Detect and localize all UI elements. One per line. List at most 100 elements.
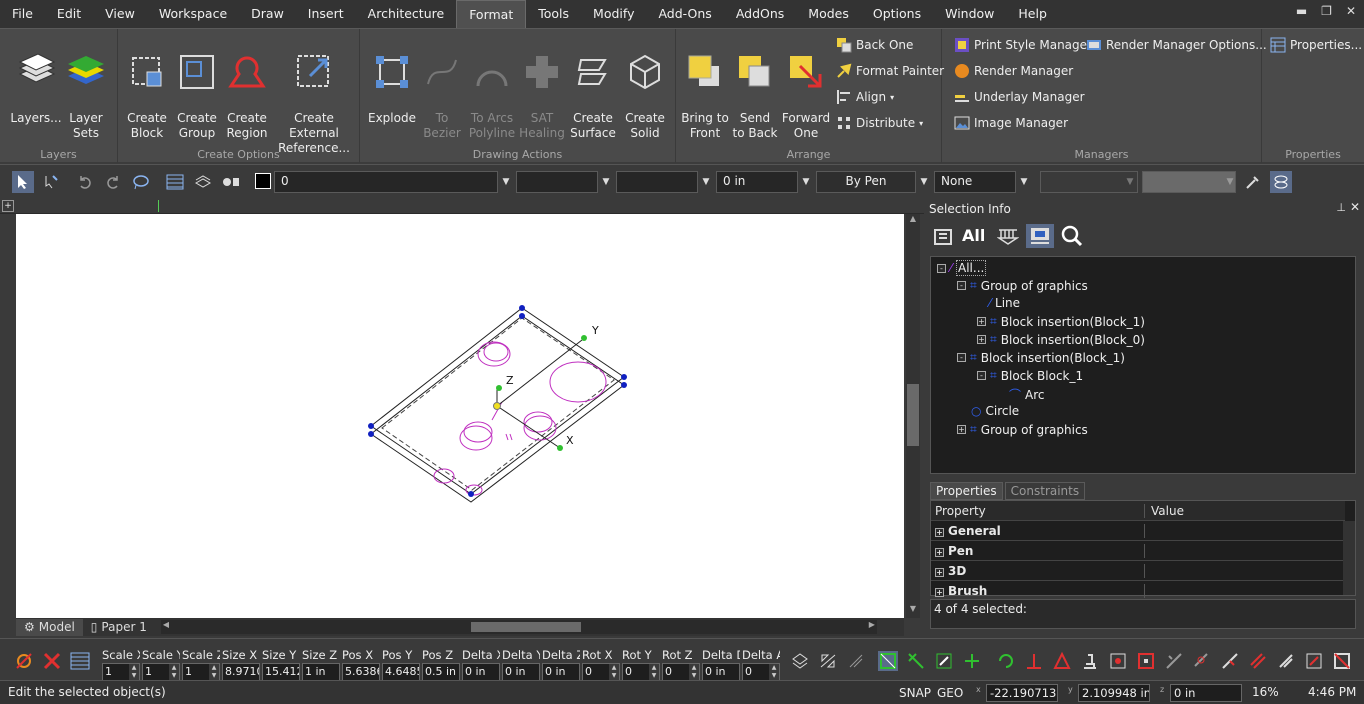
mirror-icon[interactable] — [818, 651, 838, 671]
vertical-scroll-thumb[interactable] — [907, 384, 919, 446]
eyedropper-icon[interactable] — [1242, 171, 1264, 193]
chevron-down-icon[interactable]: ▼ — [598, 171, 614, 193]
drawing-svg[interactable]: Y Z X — [16, 214, 904, 618]
create-solid-button[interactable]: Create Solid — [620, 35, 670, 141]
snap-toggle[interactable]: SNAP — [899, 686, 931, 700]
value-column-header[interactable]: Value — [1145, 504, 1184, 518]
snap-perpendicular-icon[interactable] — [1024, 651, 1044, 671]
chevron-down-icon[interactable]: ▼ — [798, 171, 814, 193]
chevron-down-icon[interactable]: ▼ — [916, 171, 932, 193]
tab-paper-1[interactable]: ▯ Paper 1 — [83, 619, 155, 636]
snap-line-icon[interactable] — [906, 651, 926, 671]
align-dropdown[interactable]: Align ▾ — [836, 89, 894, 105]
menu-modes[interactable]: Modes — [796, 0, 861, 28]
to-bezier-button[interactable]: To Bezier — [420, 35, 464, 141]
layers-button[interactable]: Layers... — [8, 35, 64, 126]
scroll-down-icon[interactable]: ▼ — [906, 604, 920, 618]
create-external-reference-button[interactable]: Create External Reference... — [272, 35, 356, 156]
snap-end-icon[interactable] — [934, 651, 954, 671]
render-manager-options-button[interactable]: Render Manager Options... — [1086, 37, 1267, 53]
tab-constraints[interactable]: Constraints — [1004, 482, 1086, 500]
linetype-select[interactable] — [516, 171, 598, 193]
menu-format[interactable]: Format — [456, 0, 527, 28]
pin-icon[interactable]: ⊥ — [1336, 201, 1346, 214]
menu-file[interactable]: File — [0, 0, 45, 28]
distribute-dropdown[interactable]: Distribute ▾ — [836, 115, 923, 131]
align-tool-icon[interactable] — [846, 651, 866, 671]
forward-one-button[interactable]: Forward One — [780, 35, 832, 141]
format-painter-button[interactable]: Format Painter — [836, 63, 944, 79]
tree-node[interactable]: ⌒ Arc — [1009, 386, 1045, 403]
edit-mode-icon[interactable] — [14, 651, 34, 671]
snap-corner-icon[interactable] — [878, 651, 898, 671]
spinner-arrows-icon[interactable]: ▲ ▼ — [209, 664, 219, 680]
selection-tree[interactable]: - ⁄ All... - ⌗ Group of graphics ⁄ Line + ⌗ Blo… — [930, 256, 1356, 474]
geo-toggle[interactable]: GEO — [937, 686, 963, 700]
horizontal-scroll-thumb[interactable] — [470, 622, 581, 632]
bring-to-front-button[interactable]: Bring to Front — [680, 35, 730, 141]
tree-node[interactable]: - ⌗ Group of graphics — [957, 278, 1088, 293]
coord-z-field[interactable]: 0 in — [1170, 684, 1242, 702]
horizontal-scrollbar[interactable]: ◀ ▶ — [160, 620, 877, 634]
drawing-canvas[interactable]: Y Z X — [16, 214, 904, 618]
tab-properties[interactable]: Properties — [930, 482, 1003, 500]
spinner-arrows-icon[interactable]: ▲ ▼ — [649, 664, 659, 680]
create-region-button[interactable]: Create Region — [222, 35, 272, 141]
properties-button[interactable]: Properties... — [1270, 37, 1362, 53]
menu-options[interactable]: Options — [861, 0, 933, 28]
snap-rotate-icon[interactable] — [996, 651, 1016, 671]
table-icon[interactable] — [70, 651, 90, 671]
image-manager-button[interactable]: Image Manager — [954, 115, 1068, 131]
spinner-arrows-icon[interactable]: ▲ ▼ — [769, 664, 779, 680]
scroll-right-icon[interactable]: ▶ — [869, 620, 875, 629]
menu-architecture[interactable]: Architecture — [356, 0, 457, 28]
redo-icon[interactable] — [102, 171, 124, 193]
print-style-manager-button[interactable]: Print Style Manager — [954, 37, 1092, 53]
coord-x-field[interactable]: -22.190713 in — [986, 684, 1058, 702]
close-icon[interactable]: ✕ — [1350, 200, 1360, 214]
thickness-input[interactable]: 0 in — [716, 171, 798, 193]
edit-tool-icon[interactable] — [40, 171, 62, 193]
tree-node[interactable]: + ⌗ Block insertion(Block_1) — [977, 314, 1145, 329]
property-row-brush[interactable]: + Brush — [931, 581, 1345, 601]
property-row-3d[interactable]: +3D — [931, 561, 1345, 581]
minimize-icon[interactable]: ▬ — [1296, 4, 1307, 18]
property-row-general[interactable]: + General — [931, 521, 1345, 541]
property-row-pen[interactable]: + Pen — [931, 541, 1345, 561]
send-to-back-button[interactable]: Send to Back — [730, 35, 780, 141]
restore-icon[interactable]: ❐ — [1321, 4, 1332, 18]
menu-insert[interactable]: Insert — [296, 0, 356, 28]
render-manager-button[interactable]: Render Manager — [954, 63, 1073, 79]
to-arcs-polyline-button[interactable]: To Arcs Polyline — [466, 35, 518, 141]
tree-node[interactable]: ⁄ Line — [989, 296, 1020, 310]
menu-view[interactable]: View — [93, 0, 147, 28]
layer-props-icon[interactable] — [1270, 171, 1292, 193]
scroll-up-icon[interactable]: ▲ — [906, 214, 920, 228]
snap-parallel-icon[interactable] — [1276, 651, 1296, 671]
menu-workspace[interactable]: Workspace — [147, 0, 239, 28]
vertical-scrollbar[interactable]: ▲ ▼ — [906, 214, 920, 618]
layer-color-swatch[interactable] — [255, 173, 271, 189]
menu-addons[interactable]: AddOns — [724, 0, 796, 28]
tree-node[interactable]: ○ Circle — [971, 404, 1019, 418]
snap-quadrant-icon[interactable] — [1136, 651, 1156, 671]
menu-tools[interactable]: Tools — [526, 0, 581, 28]
explode-button[interactable]: Explode — [364, 35, 420, 126]
snap-percent-icon[interactable] — [1220, 651, 1240, 671]
snap-intersection-icon[interactable] — [1304, 651, 1324, 671]
tree-node[interactable]: + ⌗ Block insertion(Block_0) — [977, 332, 1145, 347]
copy-transform-icon[interactable] — [790, 651, 810, 671]
property-column-header[interactable]: Property — [931, 503, 1145, 518]
layer-stack-icon[interactable] — [192, 171, 214, 193]
snap-stamp-icon[interactable] — [1080, 651, 1100, 671]
layer-sets-button[interactable]: Layer Sets — [62, 35, 110, 141]
scroll-left-icon[interactable]: ◀ — [163, 620, 169, 629]
sat-healing-button[interactable]: SAT Healing — [518, 35, 566, 141]
snap-center-icon[interactable] — [1108, 651, 1128, 671]
zoom-to-selection-icon[interactable] — [1060, 224, 1084, 248]
select-arrow-icon[interactable] — [12, 171, 34, 193]
snap-nearest-icon[interactable] — [1192, 651, 1212, 671]
select-all-icon[interactable]: All — [962, 224, 990, 248]
cancel-icon[interactable] — [42, 651, 62, 671]
spinner-arrows-icon[interactable]: ▲ ▼ — [609, 664, 619, 680]
